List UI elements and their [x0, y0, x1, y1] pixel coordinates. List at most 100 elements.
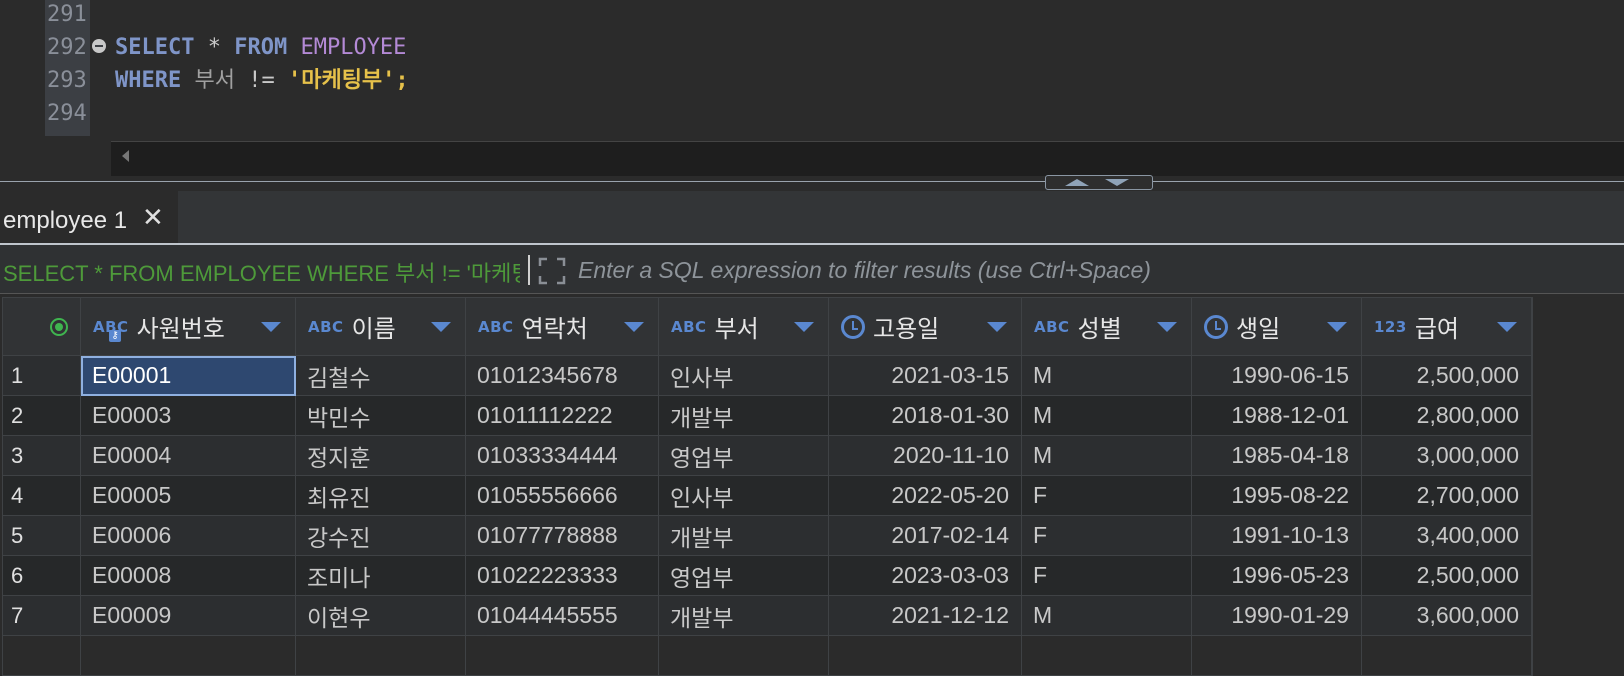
column-header-급여[interactable]: 123 급여: [1361, 297, 1532, 356]
table-cell[interactable]: 개발부: [658, 515, 829, 556]
column-header-연락처[interactable]: ABC 연락처: [465, 297, 659, 356]
table-cell[interactable]: F: [1021, 555, 1192, 596]
table-cell[interactable]: 개발부: [658, 395, 829, 436]
row-number[interactable]: 4: [2, 475, 81, 516]
table-cell[interactable]: M: [1021, 355, 1192, 396]
table-cell[interactable]: E00006: [80, 515, 296, 556]
table-cell[interactable]: 2,700,000: [1361, 475, 1532, 516]
code-line-292[interactable]: SELECT * FROM EMPLOYEE: [115, 31, 406, 64]
sort-dropdown-icon[interactable]: [431, 322, 451, 332]
sort-dropdown-icon[interactable]: [1327, 322, 1347, 332]
table-cell[interactable]: E00005: [80, 475, 296, 516]
table-cell[interactable]: 01077778888: [465, 515, 659, 556]
table-cell[interactable]: E00001: [80, 355, 296, 396]
table-cell[interactable]: 인사부: [658, 475, 829, 516]
table-cell[interactable]: 2021-03-15: [828, 355, 1022, 396]
column-header-성별[interactable]: ABC 성별: [1021, 297, 1192, 356]
table-cell[interactable]: E00008: [80, 555, 296, 596]
row-number[interactable]: 5: [2, 515, 81, 556]
row-number[interactable]: 2: [2, 395, 81, 436]
table-cell[interactable]: 2018-01-30: [828, 395, 1022, 436]
table-cell[interactable]: 01011112222: [465, 395, 659, 436]
row-number[interactable]: 6: [2, 555, 81, 596]
table-cell[interactable]: M: [1021, 435, 1192, 476]
table-cell[interactable]: 3,600,000: [1361, 595, 1532, 636]
table-cell[interactable]: 인사부: [658, 355, 829, 396]
table-cell[interactable]: 01055556666: [465, 475, 659, 516]
sort-dropdown-icon[interactable]: [624, 322, 644, 332]
table-row[interactable]: 7 E00009 이현우 01044445555 개발부 2021-12-12 M 1990-…: [2, 595, 1533, 636]
table-row[interactable]: 4 E00005 최유진 01055556666 인사부 2022-05-20 F 1995-…: [2, 475, 1533, 516]
filter-input[interactable]: [576, 250, 1620, 290]
table-cell[interactable]: 2020-11-10: [828, 435, 1022, 476]
table-cell[interactable]: 1990-01-29: [1191, 595, 1362, 636]
table-row[interactable]: 2 E00003 박민수 01011112222 개발부 2018-01-30 M 1988-…: [2, 395, 1533, 436]
table-cell[interactable]: M: [1021, 395, 1192, 436]
code-line-293[interactable]: WHERE 부서 != '마케팅부';: [115, 64, 409, 97]
table-cell[interactable]: 김철수: [295, 355, 466, 396]
record-mode-icon[interactable]: [49, 317, 68, 336]
row-number[interactable]: 1: [2, 355, 81, 396]
table-cell[interactable]: 2,800,000: [1361, 395, 1532, 436]
table-cell[interactable]: 01044445555: [465, 595, 659, 636]
maximize-up-icon[interactable]: [1065, 179, 1089, 186]
row-number[interactable]: 3: [2, 435, 81, 476]
table-cell[interactable]: 1991-10-13: [1191, 515, 1362, 556]
column-header-고용일[interactable]: 고용일: [828, 297, 1022, 356]
table-row[interactable]: 6 E00008 조미나 01022223333 영업부 2023-03-03 F 1996-…: [2, 555, 1533, 596]
table-cell[interactable]: 3,000,000: [1361, 435, 1532, 476]
table-cell[interactable]: 영업부: [658, 555, 829, 596]
table-cell[interactable]: 2022-05-20: [828, 475, 1022, 516]
table-cell[interactable]: 2023-03-03: [828, 555, 1022, 596]
sql-editor[interactable]: 291 292 293 294 SELECT * FROM EMPLOYEE W…: [0, 0, 1624, 183]
result-grid[interactable]: ABC 사원번호 ⚷ ABC 이름 ABC 연락처 ABC 부서 고용일 ABC…: [0, 297, 1624, 676]
horizontal-scrollbar[interactable]: [111, 141, 1624, 176]
table-row[interactable]: 3 E00004 정지훈 01033334444 영업부 2020-11-10 M 1985-…: [2, 435, 1533, 476]
expand-icon[interactable]: [538, 257, 566, 285]
table-cell[interactable]: E00003: [80, 395, 296, 436]
scroll-left-icon[interactable]: [122, 150, 129, 162]
column-header-부서[interactable]: ABC 부서: [658, 297, 829, 356]
splitter-handle[interactable]: [1045, 175, 1153, 190]
table-cell[interactable]: 1996-05-23: [1191, 555, 1362, 596]
table-cell[interactable]: 개발부: [658, 595, 829, 636]
table-cell[interactable]: 정지훈: [295, 435, 466, 476]
table-cell[interactable]: 2021-12-12: [828, 595, 1022, 636]
table-cell[interactable]: 1988-12-01: [1191, 395, 1362, 436]
table-cell[interactable]: E00009: [80, 595, 296, 636]
table-cell[interactable]: 최유진: [295, 475, 466, 516]
table-cell[interactable]: 조미나: [295, 555, 466, 596]
select-all-cell[interactable]: [2, 297, 81, 356]
sort-dropdown-icon[interactable]: [1497, 322, 1517, 332]
table-cell[interactable]: 박민수: [295, 395, 466, 436]
sort-dropdown-icon[interactable]: [794, 322, 814, 332]
table-row[interactable]: 5 E00006 강수진 01077778888 개발부 2017-02-14 F 1991-…: [2, 515, 1533, 556]
tab-label[interactable]: employee 1: [3, 207, 127, 235]
table-cell[interactable]: 2,500,000: [1361, 555, 1532, 596]
table-cell[interactable]: 2017-02-14: [828, 515, 1022, 556]
column-header-생일[interactable]: 생일: [1191, 297, 1362, 356]
table-cell[interactable]: F: [1021, 515, 1192, 556]
table-cell[interactable]: 01033334444: [465, 435, 659, 476]
table-cell[interactable]: 1985-04-18: [1191, 435, 1362, 476]
sort-dropdown-icon[interactable]: [1157, 322, 1177, 332]
table-cell[interactable]: 이현우: [295, 595, 466, 636]
table-cell[interactable]: 3,400,000: [1361, 515, 1532, 556]
column-header-사원번호[interactable]: ABC 사원번호 ⚷: [80, 297, 296, 356]
restore-down-icon[interactable]: [1105, 179, 1129, 186]
table-cell[interactable]: M: [1021, 595, 1192, 636]
table-cell[interactable]: 1995-08-22: [1191, 475, 1362, 516]
row-number[interactable]: 7: [2, 595, 81, 636]
table-cell[interactable]: F: [1021, 475, 1192, 516]
table-cell[interactable]: 1990-06-15: [1191, 355, 1362, 396]
table-cell[interactable]: 2,500,000: [1361, 355, 1532, 396]
fold-toggle-icon[interactable]: [92, 39, 106, 53]
table-cell[interactable]: 01022223333: [465, 555, 659, 596]
close-icon[interactable]: ✕: [142, 205, 164, 231]
table-cell[interactable]: 01012345678: [465, 355, 659, 396]
sort-dropdown-icon[interactable]: [261, 322, 281, 332]
table-row[interactable]: 1 E00001 김철수 01012345678 인사부 2021-03-15 M 1990-…: [2, 355, 1533, 396]
table-cell[interactable]: E00004: [80, 435, 296, 476]
sort-dropdown-icon[interactable]: [987, 322, 1007, 332]
table-cell[interactable]: 강수진: [295, 515, 466, 556]
